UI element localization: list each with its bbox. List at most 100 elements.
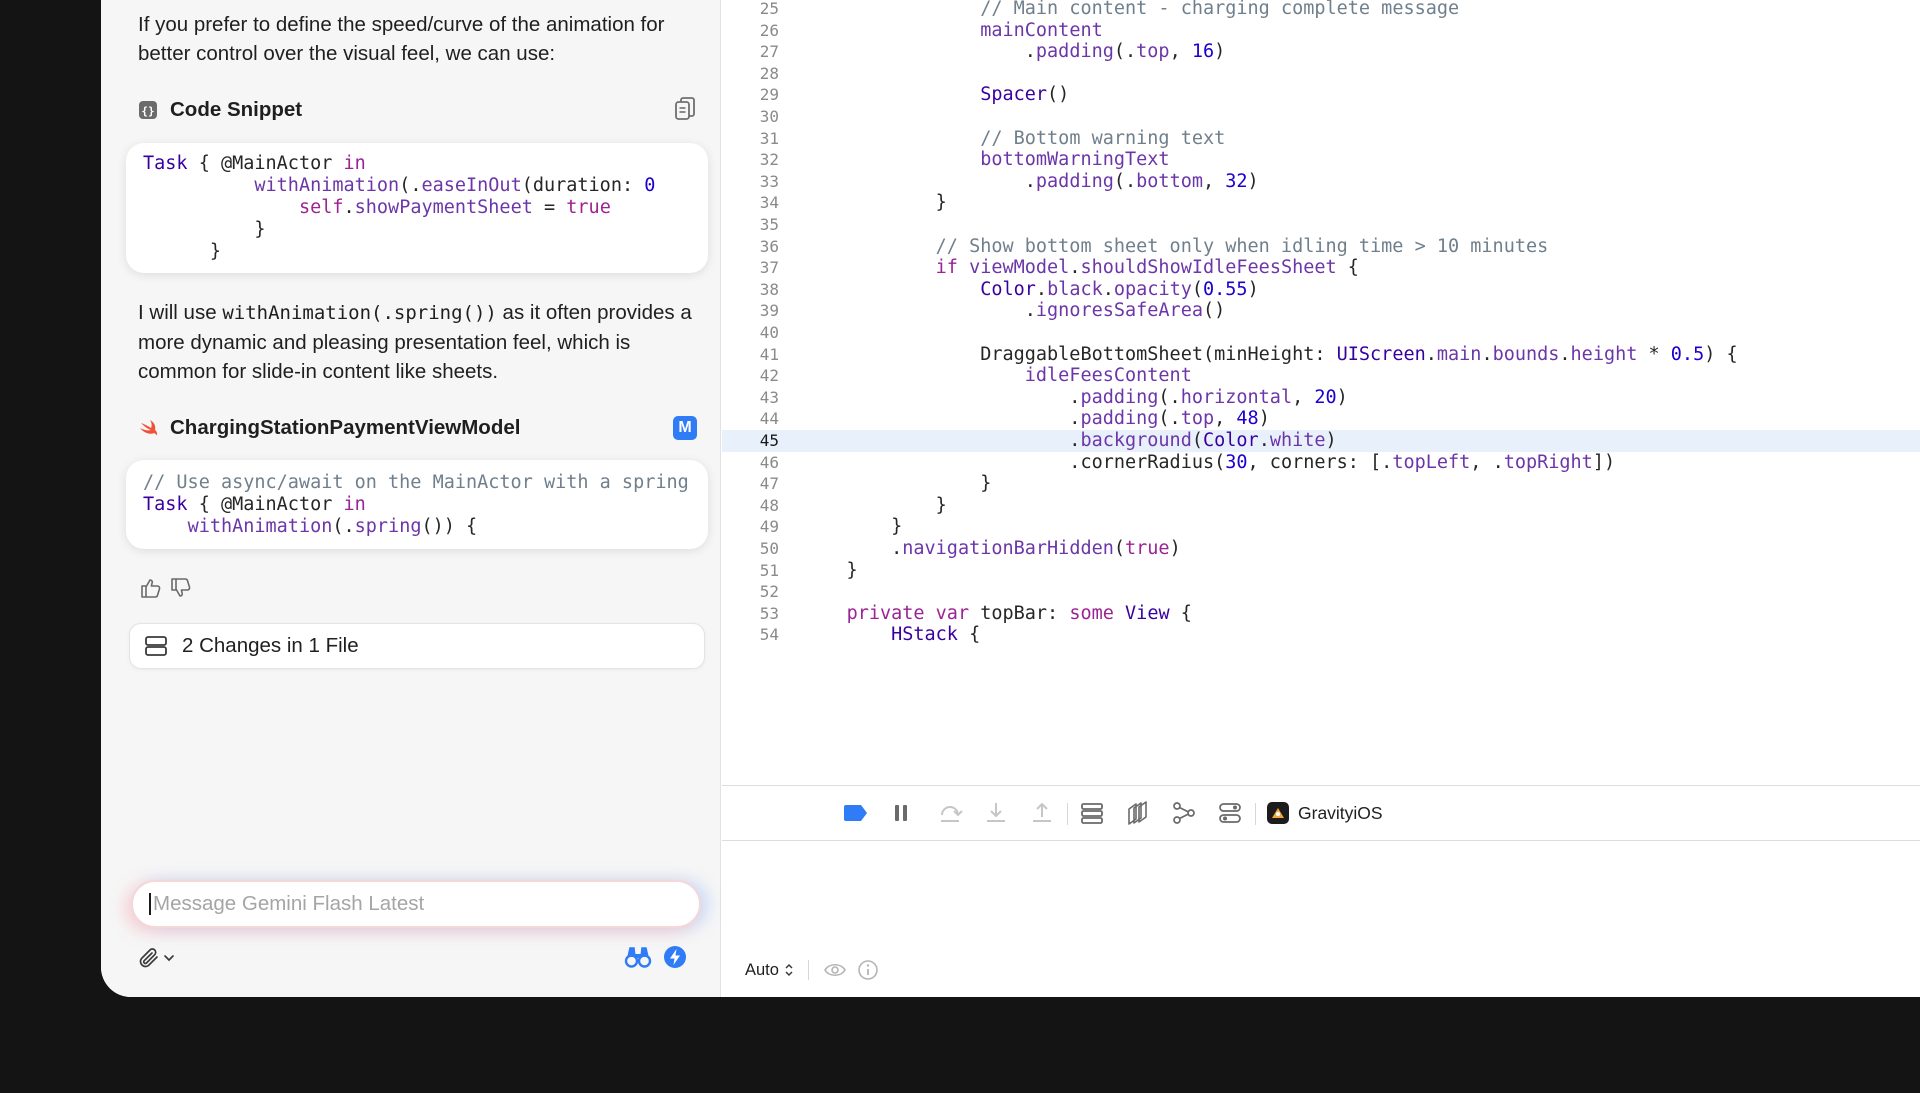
code-token: Task <box>143 153 188 174</box>
code-token: . <box>1069 257 1081 279</box>
code-token: bottom <box>1136 170 1203 192</box>
code-token: showPaymentSheet <box>354 197 533 218</box>
file-diff-code-block[interactable]: // Use async/await on the MainActor with… <box>126 460 708 549</box>
lightning-icon[interactable] <box>663 945 687 969</box>
code-editor[interactable]: 25 // Main content - charging complete m… <box>722 0 1920 785</box>
console-area: Auto <box>722 841 1920 997</box>
explanation-text: I will use withAnimation(.spring()) as i… <box>138 298 698 386</box>
editor-line[interactable]: 41 DraggableBottomSheet(minHeight: UIScr… <box>722 344 1920 366</box>
editor-line[interactable]: 49 } <box>722 516 1920 538</box>
snippet-code-block[interactable]: Task { @MainActor in withAnimation(.ease… <box>126 143 708 273</box>
attach-menu-button[interactable] <box>137 946 175 970</box>
code-token: // Bottom warning text <box>980 127 1226 149</box>
console-divider <box>807 960 809 980</box>
editor-line[interactable]: 50 .navigationBarHidden(true) <box>722 538 1920 560</box>
message-input[interactable] <box>153 892 673 916</box>
editor-line[interactable]: 45 .background(Color.white) <box>722 430 1920 452</box>
info-icon[interactable] <box>857 959 879 981</box>
code-token: // Show bottom sheet only when idling ti… <box>935 235 1549 257</box>
message-input-container[interactable] <box>131 880 701 928</box>
thumbs-up-icon[interactable] <box>139 576 163 600</box>
environment-overrides-icon[interactable] <box>1217 800 1243 826</box>
step-out-icon[interactable] <box>1029 800 1055 826</box>
code-token: padding <box>1080 408 1159 430</box>
memory-graph-icon[interactable] <box>1171 800 1197 826</box>
debug-view-layers-icon[interactable] <box>1125 800 1151 826</box>
editor-line[interactable]: 53 private var topBar: some View { <box>722 603 1920 625</box>
code-token: top <box>1180 408 1215 430</box>
editor-line[interactable]: 33 .padding(.bottom, 32) <box>722 171 1920 193</box>
breakpoints-toggle-icon[interactable] <box>842 800 868 826</box>
line-number: 38 <box>759 279 779 299</box>
editor-line[interactable]: 25 // Main content - charging complete m… <box>722 0 1920 20</box>
code-token: () <box>1047 84 1070 106</box>
line-code: } <box>802 560 858 582</box>
editor-line[interactable]: 34 } <box>722 192 1920 214</box>
editor-line[interactable]: 48 } <box>722 495 1920 517</box>
editor-line[interactable]: 39 .ignoresSafeArea() <box>722 300 1920 322</box>
copy-icon[interactable] <box>673 97 697 123</box>
code-token: . <box>802 408 1081 430</box>
editor-line[interactable]: 29 Spacer() <box>722 84 1920 106</box>
editor-line[interactable]: 37 if viewModel.shouldShowIdleFeesSheet … <box>722 257 1920 279</box>
scheme-selector[interactable]: GravityiOS <box>1267 802 1383 824</box>
editor-line[interactable]: 28 <box>722 63 1920 85</box>
changes-summary-button[interactable]: 2 Changes in 1 File <box>129 623 705 669</box>
code-snippet-icon: {} <box>139 101 157 119</box>
editor-line[interactable]: 26 mainContent <box>722 20 1920 42</box>
line-code: .navigationBarHidden(true) <box>802 538 1181 560</box>
editor-line[interactable]: 31 // Bottom warning text <box>722 128 1920 150</box>
editor-line[interactable]: 51 } <box>722 560 1920 582</box>
thumbs-down-icon[interactable] <box>169 576 193 600</box>
editor-line[interactable]: 46 .cornerRadius(30, corners: [.topLeft,… <box>722 452 1920 474</box>
binoculars-icon[interactable] <box>624 944 652 970</box>
code-token: = <box>532 197 567 218</box>
code-token: height <box>1570 343 1638 365</box>
editor-line[interactable]: 52 <box>722 581 1920 603</box>
editor-line[interactable]: 35 <box>722 214 1920 236</box>
editor-line[interactable]: 30 <box>722 106 1920 128</box>
line-code: } <box>802 192 947 214</box>
code-token: . <box>343 197 355 218</box>
eye-icon[interactable] <box>823 960 847 980</box>
step-into-icon[interactable] <box>983 800 1009 826</box>
editor-line[interactable]: 38 Color.black.opacity(0.55) <box>722 279 1920 301</box>
line-code: // Show bottom sheet only when idling ti… <box>802 235 1549 258</box>
code-token: self <box>298 197 344 218</box>
code-token: . <box>802 538 903 559</box>
editor-line[interactable]: 47 } <box>722 473 1920 495</box>
code-token: horizontal <box>1180 386 1293 408</box>
chat-panel: If you prefer to define the speed/curve … <box>101 0 721 997</box>
line-code: .cornerRadius(30, corners: [.topLeft, .t… <box>802 452 1615 474</box>
code-line: Task { @MainActor in <box>143 494 708 516</box>
explanation-pre: I will use <box>138 301 223 324</box>
line-code: Spacer() <box>802 84 1069 106</box>
line-number: 33 <box>759 171 779 191</box>
line-code: DraggableBottomSheet(minHeight: UIScreen… <box>802 343 1737 366</box>
view-hierarchy-icon[interactable] <box>1079 800 1105 826</box>
code-token: Color <box>980 278 1036 300</box>
step-over-icon[interactable] <box>937 800 963 826</box>
editor-line[interactable]: 42 idleFeesContent <box>722 365 1920 387</box>
pause-icon[interactable] <box>888 800 914 826</box>
code-token: (duration: <box>521 175 645 196</box>
code-token: 0.55 <box>1203 278 1248 300</box>
editor-line[interactable]: 44 .padding(.top, 48) <box>722 408 1920 430</box>
editor-line[interactable]: 54 HStack { <box>722 624 1920 646</box>
editor-line[interactable]: 36 // Show bottom sheet only when idling… <box>722 236 1920 258</box>
changes-label: 2 Changes in 1 File <box>182 634 359 657</box>
editor-line[interactable]: 27 .padding(.top, 16) <box>722 41 1920 63</box>
toolbar-divider <box>1255 803 1256 825</box>
editor-line[interactable]: 43 .padding(.horizontal, 20) <box>722 387 1920 409</box>
svg-text:{}: {} <box>141 105 154 118</box>
variables-scope-selector[interactable]: Auto <box>745 959 879 981</box>
editor-line[interactable]: 40 <box>722 322 1920 344</box>
code-token: 30 <box>1225 451 1248 473</box>
toolbar-divider <box>1067 803 1068 825</box>
line-number: 52 <box>759 582 779 602</box>
code-token: 20 <box>1314 386 1337 408</box>
editor-line[interactable]: 32 bottomWarningText <box>722 149 1920 171</box>
